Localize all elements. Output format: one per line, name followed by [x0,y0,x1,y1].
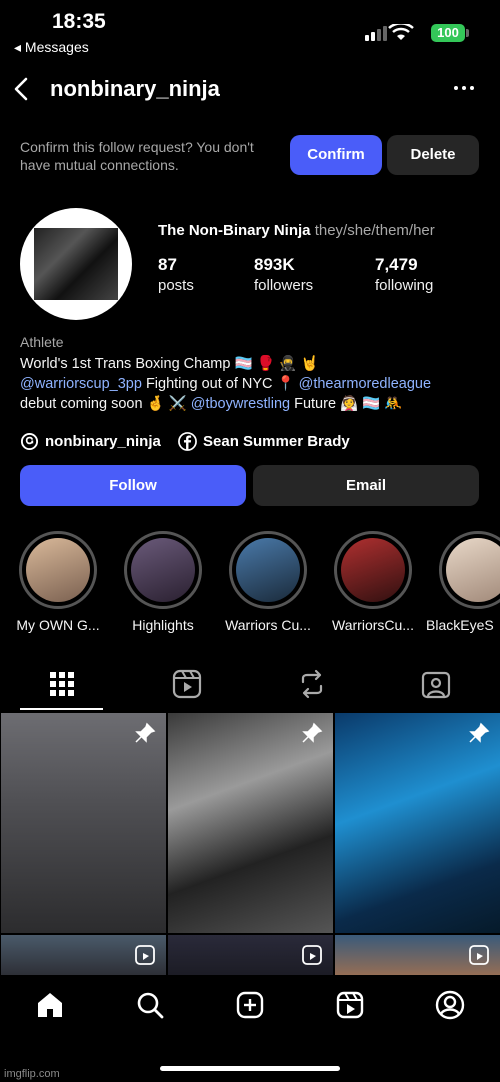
pinned-post-icon [469,722,490,743]
back-chevron-icon[interactable] [12,76,30,102]
profile-username-title: nonbinary_ninja [50,76,220,101]
active-tab-underline [20,708,103,710]
highlight-cover [341,538,405,602]
following-label[interactable]: following [375,277,433,294]
highlight-label: BlackEyeS [426,617,494,633]
threads-handle: nonbinary_ninja [45,433,161,450]
reposts-tab-icon[interactable] [297,668,327,700]
status-time: 18:35 [52,10,106,33]
confirm-request-button[interactable]: Confirm [290,135,382,175]
following-count[interactable]: 7,479 [375,255,418,275]
highlight-cover [26,538,90,602]
follow-request-text: Confirm this follow request? You don't h… [20,139,254,173]
highlight-label: Highlights [132,617,194,633]
followers-count[interactable]: 893K [254,255,295,275]
email-button[interactable]: Email [253,465,479,506]
profile-category: Athlete [20,334,64,350]
threads-link[interactable]: nonbinary_ninja [20,432,161,451]
watermark: imgflip.com [4,1068,60,1080]
display-name-text: The Non-Binary Ninja [158,222,311,239]
post-thumbnail[interactable] [1,713,166,933]
posts-label: posts [158,277,194,294]
highlight-label: WarriorsCu... [332,617,414,633]
highlight-label: Warriors Cu... [225,617,311,633]
bio-line-3: debut coming soon 🤞 ⚔️ @tboywrestling Fu… [20,394,485,414]
highlight-cover [446,538,500,602]
reel-badge-icon [469,945,489,965]
reel-badge-icon [135,945,155,965]
facebook-icon [178,432,197,451]
more-options-icon[interactable] [452,76,476,100]
display-name: The Non-Binary Ninja they/she/them/her [158,222,435,239]
post-thumbnail[interactable] [335,713,500,933]
reels-tab-icon[interactable] [172,668,202,700]
bio-line-2: @warriorscup_3pp Fighting out of NYC 📍 @… [20,374,485,394]
tagged-tab-icon[interactable] [421,668,451,700]
posts-count: 87 [158,255,177,274]
bio-link-tboywrestling[interactable]: @tboywrestling [191,396,290,412]
highlight-label: My OWN G... [16,617,100,633]
cellular-signal-icon [365,24,414,41]
followers-label[interactable]: followers [254,277,313,294]
profile-bio: World's 1st Trans Boxing Champ 🏳️‍⚧️ 🥊 🥷… [20,354,485,414]
bio-text: Future 👰 🏳️‍⚧️ 🤼 [290,396,403,412]
facebook-name: Sean Summer Brady [203,433,350,450]
delete-request-button[interactable]: Delete [387,135,479,175]
highlight-item[interactable] [439,531,500,609]
battery-indicator: 100 [431,24,465,42]
home-icon[interactable] [35,990,65,1020]
facebook-link[interactable]: Sean Summer Brady [178,432,350,451]
post-thumbnail[interactable] [168,713,333,933]
highlight-item[interactable] [334,531,412,609]
bio-link-armoredleague[interactable]: @thearmoredleague [299,376,431,392]
avatar-photo [34,228,118,300]
threads-icon [20,432,39,451]
avatar[interactable] [20,208,132,320]
bio-text: debut coming soon 🤞 ⚔️ [20,396,191,412]
pinned-post-icon [135,722,156,743]
follow-button[interactable]: Follow [20,465,246,506]
battery-tip [466,29,469,37]
grid-posts-tab-icon[interactable] [48,668,78,700]
highlight-item[interactable] [229,531,307,609]
reel-badge-icon [302,945,322,965]
highlight-item[interactable] [124,531,202,609]
profile-icon[interactable] [435,990,465,1020]
search-icon[interactable] [135,990,165,1020]
highlight-item[interactable] [19,531,97,609]
highlight-cover [236,538,300,602]
create-post-icon[interactable] [235,990,265,1020]
pronouns: they/she/them/her [314,222,435,239]
bio-text: Fighting out of NYC 📍 [141,376,299,392]
pinned-post-icon [302,722,323,743]
back-to-messages-link[interactable]: ◂ Messages [14,39,89,56]
highlight-cover [131,538,195,602]
bio-link-warriorscup[interactable]: @warriorscup_3pp [20,376,142,392]
home-indicator[interactable] [160,1066,340,1071]
reels-nav-icon[interactable] [335,990,365,1020]
bio-line-1: World's 1st Trans Boxing Champ 🏳️‍⚧️ 🥊 🥷… [20,356,319,372]
